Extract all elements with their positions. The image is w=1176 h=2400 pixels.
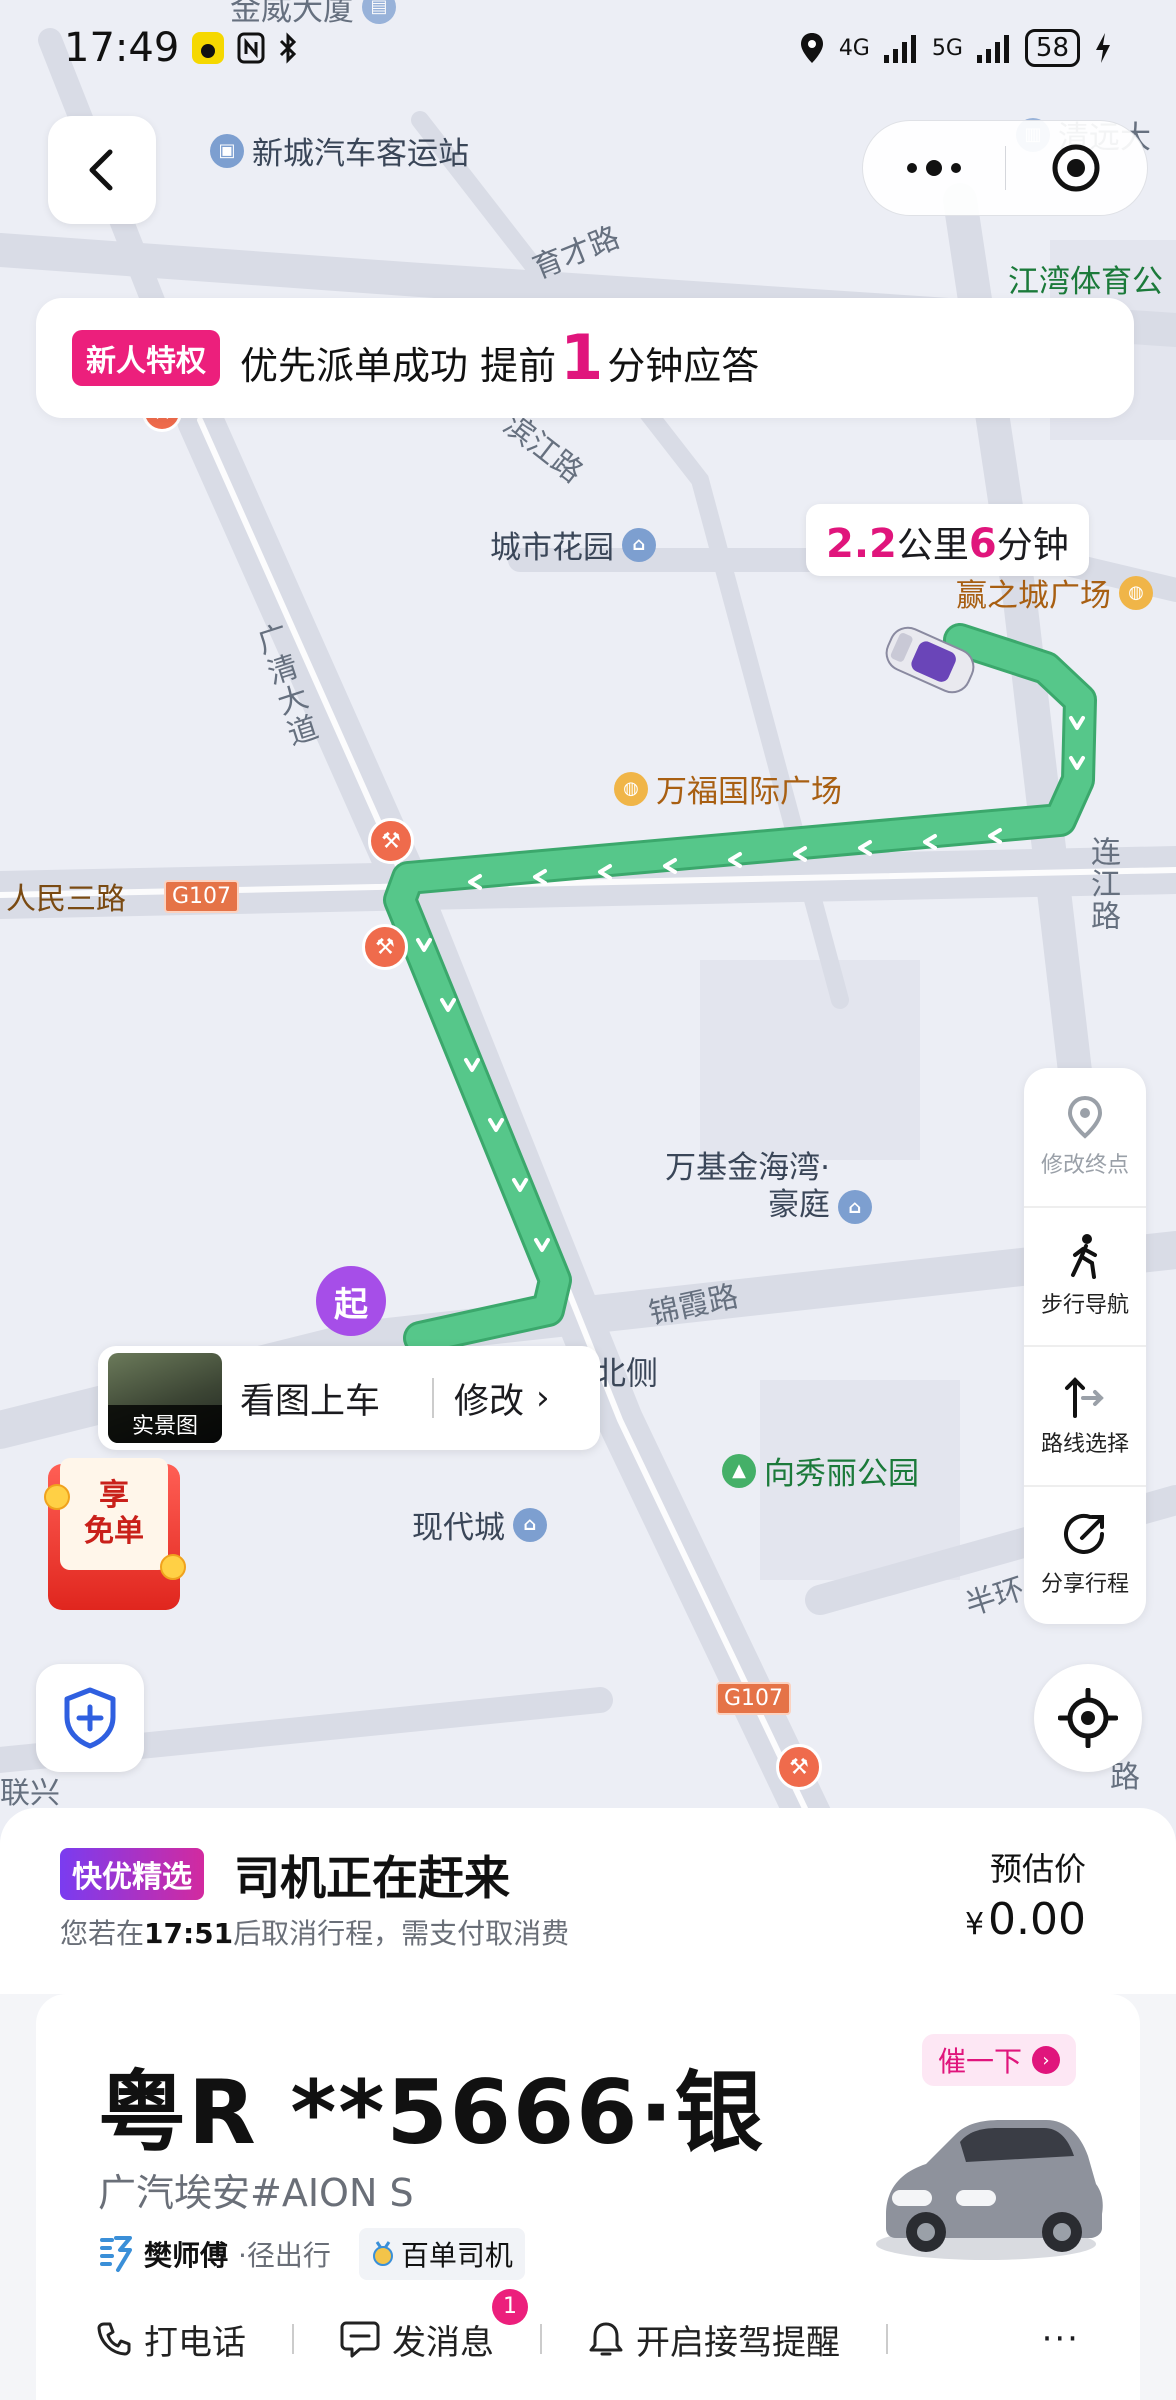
service-tier-tag: 快优精选 (60, 1848, 204, 1900)
construction-icon: ⚒ (368, 818, 414, 864)
signal-icon (976, 31, 1011, 65)
poi-bus-station[interactable]: ▣ 新城汽车客运站 (210, 128, 469, 173)
cancel-fee-note: 您若在17:51后取消行程，需支付取消费 (60, 1917, 570, 1950)
shopping-icon: ◍ (1119, 575, 1153, 610)
network-label: 5G (931, 35, 963, 61)
driver-credential-badge[interactable]: 百单司机 (358, 2228, 525, 2280)
trip-status: 司机正在赶来 (234, 1851, 510, 1905)
target-close-icon (1052, 144, 1100, 192)
charging-icon (1094, 31, 1112, 65)
call-driver-button[interactable]: 打电话 (96, 2315, 246, 2364)
highway-shield: G107 (164, 880, 240, 913)
signal-icon (883, 31, 918, 65)
poi-yingzhicheng[interactable]: 赢之城广场 ◍ (956, 570, 1153, 615)
construction-icon: ⚒ (362, 924, 408, 970)
trip-status-header: 快优精选 司机正在赶来 您若在17:51后取消行程，需支付取消费 预估价 ¥0.… (0, 1808, 1176, 1994)
message-driver-button[interactable]: 发消息 1 (340, 2288, 528, 2364)
construction-icon: ⚒ (776, 1744, 822, 1790)
road-lianxing: 联兴 (0, 1776, 60, 1811)
poi-wanji[interactable]: 万基金海湾·豪庭 ⌂ (640, 1150, 872, 1225)
street-view-thumbnail[interactable]: 实景图 (108, 1353, 222, 1443)
map-tool-panel: 修改终点 步行导航 路线选择 分享行程 (1024, 1068, 1146, 1624)
road-lianjiang: 连江路 (1085, 836, 1120, 932)
poi-wanfu[interactable]: ◍ 万福国际广场 (614, 766, 842, 811)
house-icon: ⌂ (622, 527, 656, 562)
crosshair-icon (1058, 1688, 1118, 1748)
license-plate: 粤R **5666·银 (98, 2061, 765, 2164)
nfc-icon (237, 31, 265, 65)
bluetooth-icon (277, 31, 299, 65)
back-button[interactable] (48, 116, 156, 224)
poi-city-garden[interactable]: 城市花园 ⌂ (490, 522, 656, 567)
more-menu-button[interactable] (863, 121, 1005, 215)
driver-info: 樊师傅 ·径出行 百单司机 (98, 2228, 525, 2280)
urge-driver-button[interactable]: 催一下 › (922, 2034, 1077, 2086)
location-icon (799, 31, 825, 65)
location-pin-icon (1067, 1095, 1103, 1139)
route-selection-button[interactable]: 路线选择 (1024, 1347, 1146, 1487)
walk-icon (1071, 1234, 1097, 1280)
poi-xiangxiuli[interactable]: ▲ 向秀丽公园 (722, 1448, 919, 1493)
phone-icon (97, 2322, 131, 2356)
chevron-right-icon: › (536, 1378, 550, 1418)
operator-logo-icon (100, 2236, 132, 2272)
app-notification-icon (191, 31, 225, 65)
driver-actions: 打电话 发消息 1 开启接驾提醒 ··· (36, 2288, 1140, 2374)
medal-icon (372, 2241, 393, 2266)
pickup-point-card[interactable]: 实景图 看图上车 修改 › (98, 1346, 600, 1450)
estimated-price[interactable]: ¥0.00 (965, 1894, 1086, 1945)
house-icon: ⌂ (838, 1190, 872, 1225)
promo-message: 优先派单成功 提前 1 分钟应答 (240, 320, 760, 394)
eta-bubble: 2.2 公里 6 分钟 (806, 504, 1089, 576)
bus-icon: ▣ (210, 133, 244, 168)
chat-bubble-icon (340, 2321, 380, 2358)
close-mini-program-button[interactable] (1006, 121, 1148, 215)
share-trip-button[interactable]: 分享行程 (1024, 1487, 1146, 1625)
driver-card: 粤R **5666·银 广汽埃安#AION S 樊师傅 ·径出行 百单司机 催一… (36, 1994, 1140, 2400)
route-icon (1065, 1376, 1104, 1418)
free-order-promo[interactable]: 享 免单 (44, 1458, 186, 1610)
chevron-left-icon (89, 149, 113, 191)
car-model: 广汽埃安#AION S (98, 2171, 414, 2215)
shopping-icon: ◍ (614, 771, 648, 806)
pickup-reminder-button[interactable]: 开启接驾提醒 (588, 2315, 840, 2364)
road-renmin3: 人民三路 (6, 882, 126, 917)
unread-badge: 1 (492, 2288, 528, 2325)
start-marker: 起 (316, 1266, 386, 1336)
estimated-price-label[interactable]: 预估价 (990, 1844, 1086, 1890)
modify-destination-button[interactable]: 修改终点 (1024, 1068, 1146, 1208)
more-actions-button[interactable]: ··· (1042, 2319, 1080, 2359)
clock: 17:49 (64, 25, 180, 71)
share-icon (1064, 1514, 1104, 1555)
coin-icon (160, 1554, 186, 1580)
poi-xiandaicheng[interactable]: 现代城 ⌂ (412, 1502, 547, 1547)
mini-program-capsule (862, 120, 1148, 216)
arrow-right-icon: › (1032, 2046, 1061, 2074)
more-dots-icon (906, 160, 961, 176)
poi-side-partial: 北侧 (594, 1354, 659, 1392)
highway-shield: G107 (716, 1682, 792, 1715)
coin-icon (44, 1484, 70, 1510)
shield-plus-icon (64, 1687, 116, 1749)
park-icon: ▲ (722, 1453, 756, 1488)
trip-bottom-sheet: 快优精选 司机正在赶来 您若在17:51后取消行程，需支付取消费 预估价 ¥0.… (0, 1808, 1176, 2400)
car-image (876, 2120, 1103, 2260)
promo-banner[interactable]: 新人特权 优先派单成功 提前 1 分钟应答 (36, 298, 1134, 418)
poi-stadium[interactable]: 江湾体育公 (1008, 256, 1163, 301)
house-icon: ⌂ (513, 1507, 547, 1542)
operator-name: ·径出行 (238, 2239, 331, 2272)
safety-center-button[interactable] (36, 1664, 144, 1772)
promo-tag: 新人特权 (72, 330, 220, 386)
network-label: 4G (838, 35, 870, 61)
bell-icon (589, 2322, 623, 2356)
driver-name: 樊师傅 (144, 2239, 229, 2272)
battery-indicator: 58 (1024, 29, 1080, 67)
walking-navigation-button[interactable]: 步行导航 (1024, 1208, 1146, 1347)
status-bar: 17:49 4G 5G 58 (0, 18, 1176, 78)
locate-me-button[interactable] (1034, 1664, 1142, 1772)
view-photo-board-link[interactable]: 看图上车 (240, 1373, 412, 1424)
modify-pickup-link[interactable]: 修改 (454, 1373, 524, 1424)
